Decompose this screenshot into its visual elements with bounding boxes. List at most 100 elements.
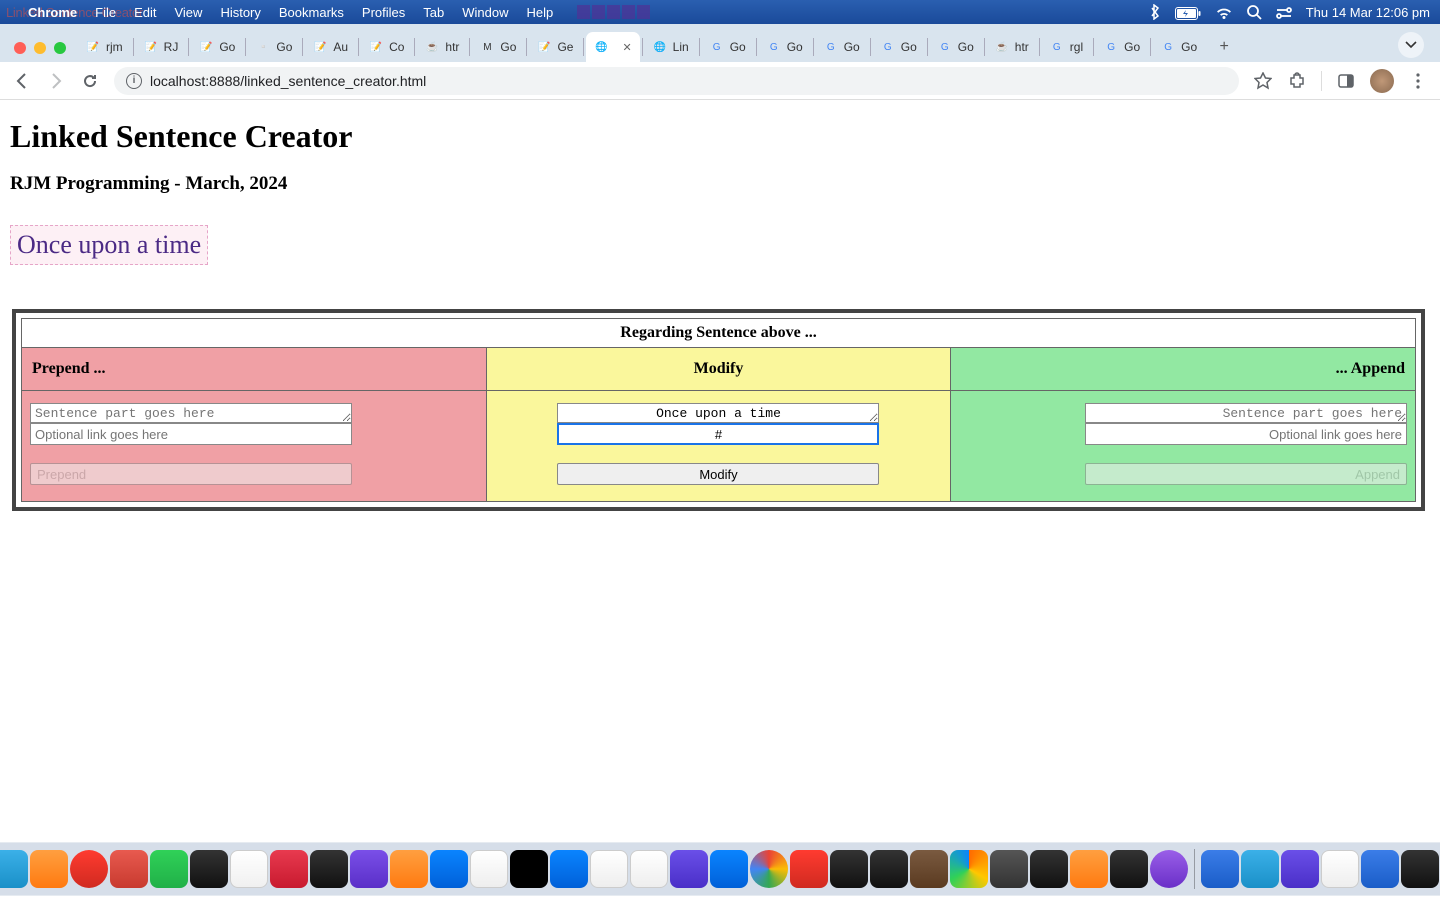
append-button[interactable]: Append (1085, 463, 1407, 485)
browser-tab[interactable]: GGo (1096, 32, 1148, 62)
close-window-icon[interactable] (14, 42, 26, 54)
favicon-icon: G (710, 40, 724, 54)
menu-window[interactable]: Window (462, 5, 508, 20)
close-tab-icon[interactable]: ✕ (622, 41, 631, 54)
dock-app-icon[interactable] (750, 850, 788, 888)
browser-tab[interactable]: GGo (702, 32, 754, 62)
browser-tab[interactable]: 🌐Lin (645, 32, 697, 62)
browser-tab[interactable]: GGo (816, 32, 868, 62)
dock-app-icon[interactable] (990, 850, 1028, 888)
dock-app-icon[interactable] (910, 850, 948, 888)
new-tab-button[interactable]: + (1211, 34, 1237, 60)
battery-icon[interactable] (1175, 4, 1201, 19)
dock-app-icon[interactable] (0, 850, 28, 888)
bookmark-star-icon[interactable] (1253, 71, 1273, 91)
dock-app-icon[interactable] (390, 850, 428, 888)
browser-tab[interactable]: GGo (873, 32, 925, 62)
spotlight-icon[interactable] (1247, 4, 1262, 20)
control-center-icon[interactable] (1276, 4, 1292, 20)
dock-app-icon[interactable] (870, 850, 908, 888)
prepend-button[interactable]: Prepend (30, 463, 352, 485)
browser-tab[interactable]: 📝RJ (136, 32, 187, 62)
dock-app-icon[interactable] (430, 850, 468, 888)
browser-tab[interactable]: GGo (930, 32, 982, 62)
dock-app-icon[interactable] (670, 850, 708, 888)
menu-bookmarks[interactable]: Bookmarks (279, 5, 344, 20)
menu-help[interactable]: Help (527, 5, 554, 20)
dock-app-icon[interactable] (270, 850, 308, 888)
wifi-icon[interactable] (1215, 4, 1233, 19)
prepend-url-input[interactable] (30, 423, 352, 445)
dock-app-icon[interactable] (1150, 850, 1188, 888)
dock-app-icon[interactable] (950, 850, 988, 888)
dock-app-icon[interactable] (550, 850, 588, 888)
browser-tab[interactable]: ☕htr (417, 32, 467, 62)
dock-app-icon[interactable] (790, 850, 828, 888)
browser-tab[interactable]: Grgl (1042, 32, 1091, 62)
dock-app-icon[interactable] (230, 850, 268, 888)
bluetooth-icon[interactable] (1149, 4, 1161, 21)
modify-textarea[interactable] (557, 403, 879, 423)
dock-app-icon[interactable] (1110, 850, 1148, 888)
browser-tab[interactable]: 📝Au (305, 32, 356, 62)
prepend-textarea[interactable] (30, 403, 352, 423)
dock-app-icon[interactable] (150, 850, 188, 888)
modify-button[interactable]: Modify (557, 463, 879, 485)
menubar-clock[interactable]: Thu 14 Mar 12:06 pm (1306, 5, 1430, 20)
browser-tab[interactable]: GGo (759, 32, 811, 62)
app-name-menu[interactable]: Chrome (28, 5, 77, 20)
dock-app-icon[interactable] (1201, 850, 1239, 888)
minimize-window-icon[interactable] (34, 42, 46, 54)
sidepanel-icon[interactable] (1336, 71, 1356, 91)
browser-tab[interactable]: ▫️Go (248, 32, 300, 62)
tab-overflow-button[interactable] (1398, 32, 1424, 58)
menu-profiles[interactable]: Profiles (362, 5, 405, 20)
menu-view[interactable]: View (174, 5, 202, 20)
browser-tab[interactable]: 📝Ge (529, 32, 581, 62)
menu-tab[interactable]: Tab (423, 5, 444, 20)
url-field[interactable]: i localhost:8888/linked_sentence_creator… (114, 67, 1239, 95)
append-textarea[interactable] (1085, 403, 1407, 423)
reload-button[interactable] (80, 71, 100, 91)
dock-app-icon[interactable] (590, 850, 628, 888)
browser-tab-active[interactable]: 🌐✕ (586, 32, 639, 62)
dock-app-icon[interactable] (310, 850, 348, 888)
browser-tab[interactable]: MGo (472, 32, 524, 62)
append-url-input[interactable] (1085, 423, 1407, 445)
profile-avatar-icon[interactable] (1370, 69, 1394, 93)
browser-tab[interactable]: 📝Go (191, 32, 243, 62)
browser-tab[interactable]: 📝Co (361, 32, 412, 62)
dock-app-icon[interactable] (470, 850, 508, 888)
browser-tab[interactable]: GGo (1153, 32, 1205, 62)
dock-app-icon[interactable] (350, 850, 388, 888)
zoom-window-icon[interactable] (54, 42, 66, 54)
chrome-menu-icon[interactable] (1408, 71, 1428, 91)
dock-app-icon[interactable] (1241, 850, 1279, 888)
dock-app-icon[interactable] (710, 850, 748, 888)
dock-app-icon[interactable] (110, 850, 148, 888)
dock-app-icon[interactable] (630, 850, 668, 888)
dock-app-icon[interactable] (1361, 850, 1399, 888)
menu-edit[interactable]: Edit (134, 5, 156, 20)
back-button[interactable] (12, 71, 32, 91)
menu-file[interactable]: File (95, 5, 116, 20)
dock-app-icon[interactable] (1401, 850, 1439, 888)
dock-app-icon[interactable] (1030, 850, 1068, 888)
dock-app-icon[interactable] (30, 850, 68, 888)
browser-tab[interactable]: 📝rjm (78, 32, 131, 62)
extensions-icon[interactable] (1287, 71, 1307, 91)
dock-app-icon[interactable] (70, 850, 108, 888)
browser-tab[interactable]: ☕htr (987, 32, 1037, 62)
forward-button[interactable] (46, 71, 66, 91)
dock-app-icon[interactable] (1321, 850, 1359, 888)
modify-url-input[interactable] (557, 423, 879, 445)
dock-app-icon[interactable] (830, 850, 868, 888)
menu-history[interactable]: History (220, 5, 260, 20)
dock-app-icon[interactable] (1070, 850, 1108, 888)
dock-app-icon[interactable] (190, 850, 228, 888)
favicon-icon: 📝 (144, 40, 158, 54)
site-info-icon[interactable]: i (126, 73, 142, 89)
dock-app-icon[interactable] (1281, 850, 1319, 888)
dock-app-icon[interactable] (510, 850, 548, 888)
sentence-display[interactable]: Once upon a time (10, 225, 208, 265)
